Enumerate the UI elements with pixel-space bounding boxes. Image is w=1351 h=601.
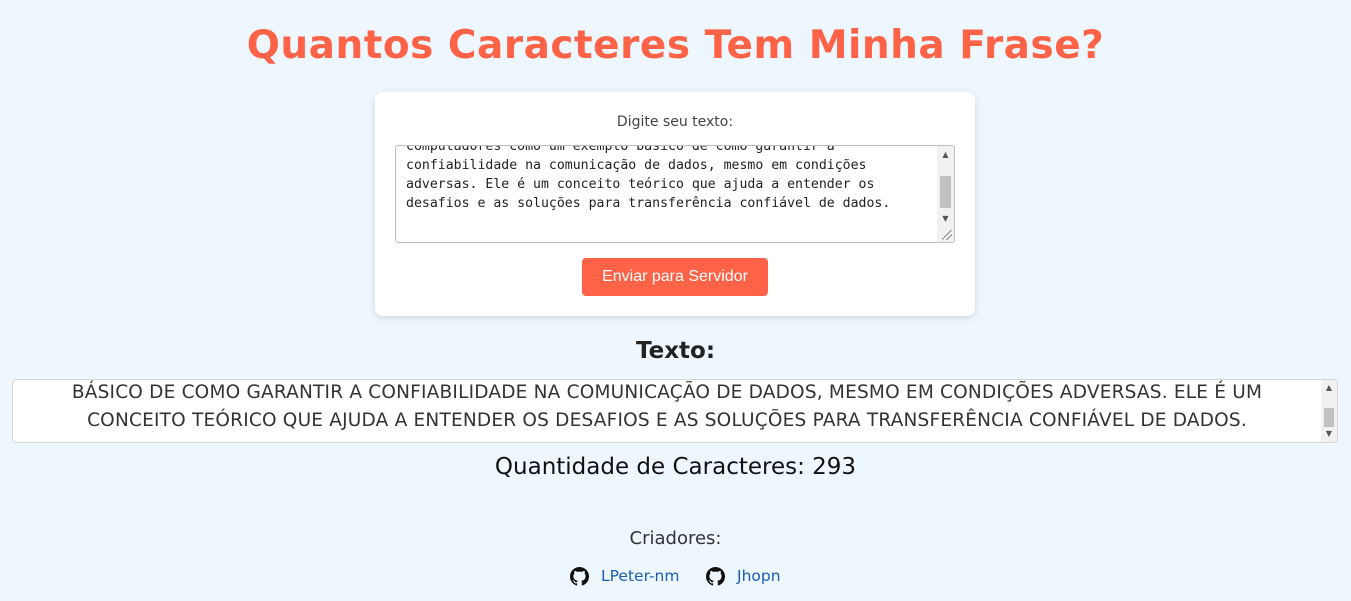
- resize-handle-icon[interactable]: [942, 230, 952, 240]
- result-heading: Texto:: [635, 338, 716, 364]
- creator-name[interactable]: Jhopn: [737, 567, 781, 585]
- result-scrollbar[interactable]: ▲ ▼: [1321, 380, 1337, 442]
- creator-link-lpeter-nm[interactable]: LPeter-nm: [570, 564, 679, 588]
- creator-link-jhopn[interactable]: Jhopn: [706, 564, 781, 588]
- text-input-label: Digite seu texto:: [616, 114, 734, 130]
- text-input-value[interactable]: computadores como um exemplo básico de c…: [406, 146, 928, 213]
- text-input[interactable]: computadores como um exemplo básico de c…: [395, 145, 955, 243]
- scrollbar-thumb[interactable]: [940, 176, 951, 208]
- github-icon: [706, 566, 725, 586]
- text-input-scrollbar[interactable]: ▲ ▼: [937, 146, 954, 242]
- scroll-up-arrow-icon[interactable]: ▲: [1321, 380, 1337, 396]
- page-title: Quantos Caracteres Tem Minha Frase?: [246, 23, 1105, 68]
- creators-label: Criadores:: [629, 528, 722, 549]
- result-text-box[interactable]: BÁSICO DE COMO GARANTIR A CONFIABILIDADE…: [12, 379, 1338, 443]
- send-to-server-button[interactable]: Enviar para Servidor: [582, 258, 768, 296]
- scroll-down-arrow-icon[interactable]: ▼: [937, 210, 954, 227]
- scrollbar-thumb[interactable]: [1324, 408, 1334, 427]
- character-count: Quantidade de Caracteres: 293: [494, 454, 857, 480]
- input-card: Digite seu texto: computadores como um e…: [375, 92, 975, 316]
- scroll-up-arrow-icon[interactable]: ▲: [937, 146, 954, 163]
- github-icon: [570, 566, 589, 586]
- scroll-down-arrow-icon[interactable]: ▼: [1321, 426, 1337, 442]
- creator-name[interactable]: LPeter-nm: [601, 567, 679, 585]
- result-text: BÁSICO DE COMO GARANTIR A CONFIABILIDADE…: [71, 382, 1263, 431]
